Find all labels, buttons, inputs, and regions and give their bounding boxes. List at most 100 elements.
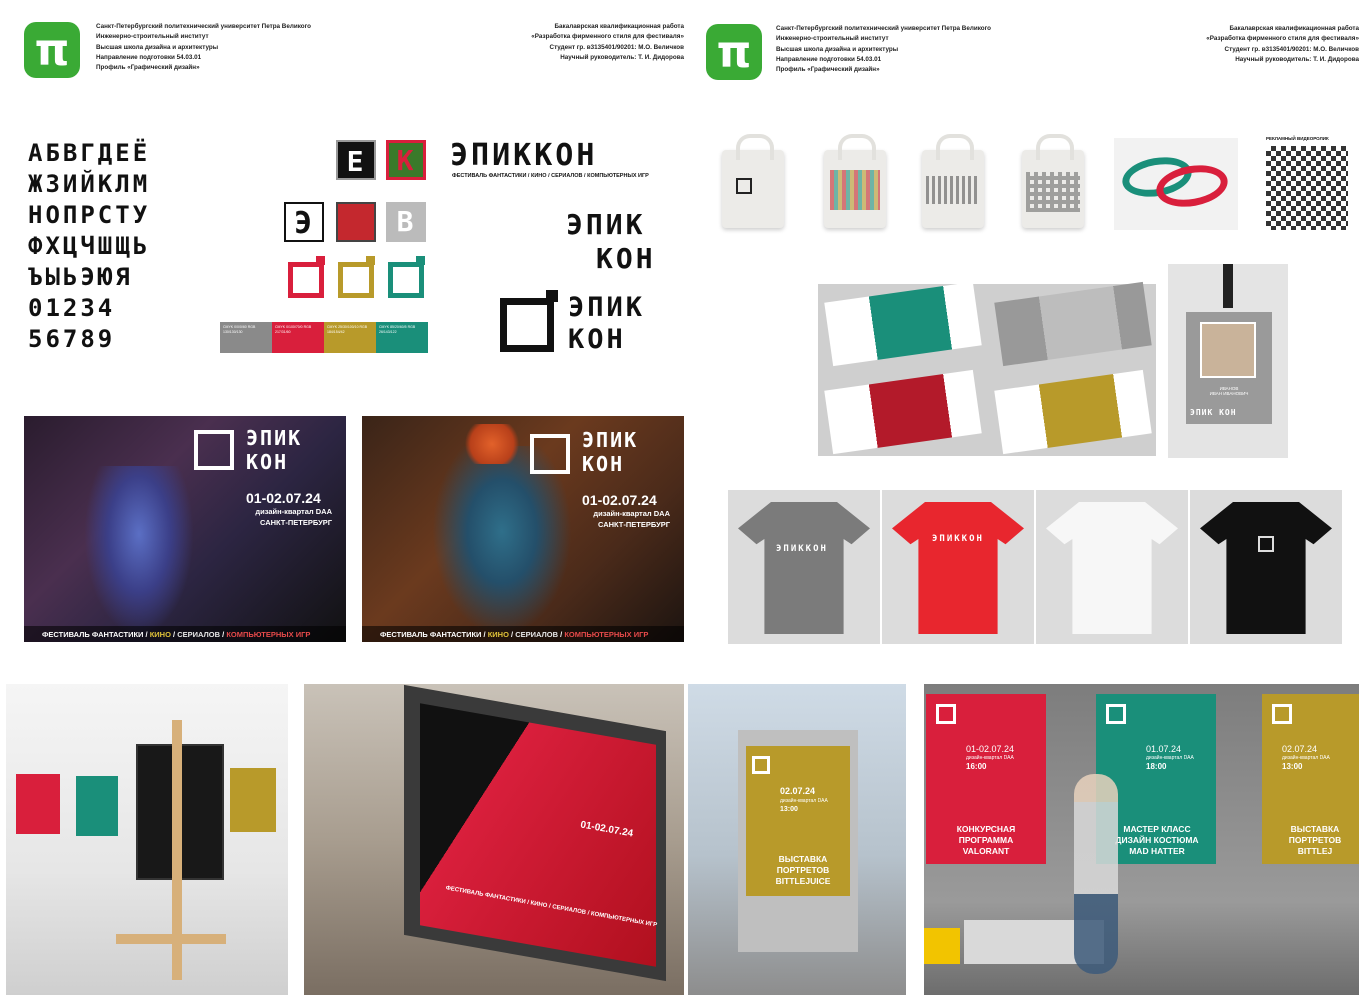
poster-title-line2: КОН [582,452,625,476]
header-line: Профиль «Графический дизайн» [776,66,880,74]
wall-poster-date: 01.07.24 [1146,744,1182,754]
header-line: «Разработка фирменного стиля для фестива… [1206,35,1359,43]
university-logo: π [24,22,80,78]
header-line: Студент гр. в3135401/90201: М.О. Величко… [549,43,684,51]
pixel-alphabet: АБВГДЕЁ ЖЗИЙКЛМ НОПРСТУ ФХЦЧШЩЬ ЪЫЬЭЮЯ 0… [28,138,248,355]
icon-tile-z: Э [284,202,324,242]
poster-venue: дизайн-квартал DAA САНКТ-ПЕТЕРБУРГ [593,509,670,529]
citylight-time: 13:00 [780,806,798,813]
badge-logo: ЭПИК КОН [1190,408,1237,417]
badge-card: ИВАНОВ ИВАН ИВАНОВИЧ ЭПИК КОН [1186,312,1272,424]
wall-poster-olive: 02.07.24 дизайн-квартал DAA 13:00 ВЫСТАВ… [1262,694,1359,864]
header-line: Санкт-Петербургский политехнический унив… [776,25,992,32]
billboard-mockup: 01-02.07.24 ФЕСТИВАЛЬ ФАНТАСТИКИ / КИНО … [304,684,684,995]
wordmark-full-line2: КОН [568,324,626,355]
logo-mark-dot [546,290,558,302]
poster-logo-mark [530,434,570,474]
tshirt-grey-card [728,490,880,644]
logo-mark-teal [388,262,424,298]
logo-mark-dot [366,256,375,265]
header-line: Студент гр. в3135401/90201: М.О. Величко… [1224,45,1359,53]
poster-logo-mark [194,430,234,470]
tickets-mockup [818,281,1156,456]
wall-poster-time: 13:00 [1282,762,1303,771]
logo-mark-large [500,298,554,352]
tshirt-black-card [1190,490,1342,644]
wall-poster-logo [936,704,956,724]
poster-cosplay-jinx: ЭПИК КОН 01-02.07.24 дизайн-квартал DAA С… [24,416,346,642]
poster-figure-hair [462,424,522,464]
header-line: Инженерно-строительный институт [776,35,889,43]
icon-tile-v: В [386,202,426,242]
citylight-event: ВЫСТАВКА ПОРТРЕТОВ BITTLEJUICE [775,854,831,886]
ticket-olive [994,369,1152,455]
header-line: Направление подготовки 54.03.01 [776,55,882,63]
ticket-teal [824,281,982,367]
logo-mark-dot [416,256,425,265]
qr-label: РЕКЛАМНЫЙ ВИДЕОРОЛИК [1266,136,1329,141]
poster-cosplay-hatter: ЭПИК КОН 01-02.07.24 дизайн-квартал DAA С… [362,416,684,642]
header-line: Санкт-Петербургский политехнический унив… [96,23,312,30]
icon-tile-e: Е [336,140,376,180]
poster-figure [84,466,194,636]
header-line: Бакалаврская квалификационная работа [1229,25,1359,32]
header-line: Высшая школа дизайна и архитектуры [776,45,899,53]
header-line: Инженерно-строительный институт [96,33,209,41]
citylight-logo-mark [752,756,770,774]
color-swatch-olive: CMYK 25/30/100/10 RGB 184/154/42 [324,322,376,353]
alphabet-row: НОПРСТУ [28,201,151,229]
bag-pattern [926,176,980,204]
yellow-block [924,928,960,964]
wall-poster-time: 18:00 [1146,762,1167,771]
citylight-date: 02.07.24 [780,786,816,796]
logo-mark-dot [316,256,325,265]
logo-mark-olive [338,262,374,298]
tshirt-red-card [882,490,1034,644]
bag-logo [736,178,752,194]
alphabet-row: ЖЗИЙКЛМ [28,170,151,198]
gallery-mockup [6,684,288,995]
tshirt-print: ЭПИККОН [932,534,984,544]
citylight-mockup: 02.07.24 дизайн-квартал DAA 13:00 ВЫСТАВ… [688,684,906,995]
alphabet-row: ЪЫЬЭЮЯ [28,263,133,291]
wall-poster-date: 01-02.07.24 [966,744,1015,754]
header-line: Научный руководитель: Т. И. Дидорова [1235,55,1359,63]
wall-poster-logo [1272,704,1292,724]
header-line: Научный руководитель: Т. И. Дидорова [560,53,684,61]
tote-bag [722,134,784,228]
header-left-text: Санкт-Петербургский политехнический унив… [776,24,991,75]
poster-venue: дизайн-квартал DAA САНКТ-ПЕТЕРБУРГ [255,507,332,527]
tshirt-print-mark [1258,536,1274,552]
wall-poster-event: КОНКУРСНАЯ ПРОГРАММА VALORANT [956,824,1016,856]
wall-poster-logo [1106,704,1126,724]
poster-title-line2: КОН [246,450,289,474]
color-swatch-red: CMYK 0/100/70/0 RGB 217/31/60 [272,322,324,353]
wordmark-tagline: ФЕСТИВАЛЬ ФАНТАСТИКИ / КИНО / СЕРИАЛОВ /… [452,173,649,179]
gallery-poster-olive [230,768,276,832]
ticket-red [824,369,982,455]
header-left-text: Санкт-Петербургский политехнический унив… [96,22,311,73]
badge-name: ИВАНОВ ИВАН ИВАНОВИЧ [1209,386,1249,396]
poster-figure [432,446,572,636]
walking-person [1074,774,1118,974]
wall-poster-event: МАСТЕР КЛАСС ДИЗАЙН КОСТЮМА MAD HATTER [1115,824,1199,856]
easel-base [116,934,226,944]
wordmark-stacked-line2: КОН [596,242,656,275]
poster-date: 01-02.07.24 [582,492,657,508]
university-logo: π [706,24,762,80]
poster-title-line1: ЭПИК [246,426,303,450]
poster-footer: ФЕСТИВАЛЬ ФАНТАСТИКИ / КИНО / СЕРИАЛОВ /… [24,626,346,642]
badge-mockup: ИВАНОВ ИВАН ИВАНОВИЧ ЭПИК КОН [1168,264,1288,458]
gallery-poster-teal [76,776,118,836]
alphabet-row: ФХЦЧШЩЬ [28,232,151,260]
citylight-venue: дизайн-квартал DAA [780,798,828,804]
poster-title-line1: ЭПИК [582,428,639,452]
wall-posters-mockup: 01-02.07.24 дизайн-квартал DAA 16:00 КОН… [924,684,1359,995]
wall-poster-time: 16:00 [966,762,987,771]
wall-poster-event: ВЫСТАВКА ПОРТРЕТОВ BITTLEJ [1288,824,1342,856]
bag-pattern [1026,172,1080,212]
gallery-poster-red [16,774,60,834]
header-line: Высшая школа дизайна и архитектуры [96,43,219,51]
wordmark-full-line1: ЭПИК [568,292,646,323]
tshirt-grey [738,502,870,634]
